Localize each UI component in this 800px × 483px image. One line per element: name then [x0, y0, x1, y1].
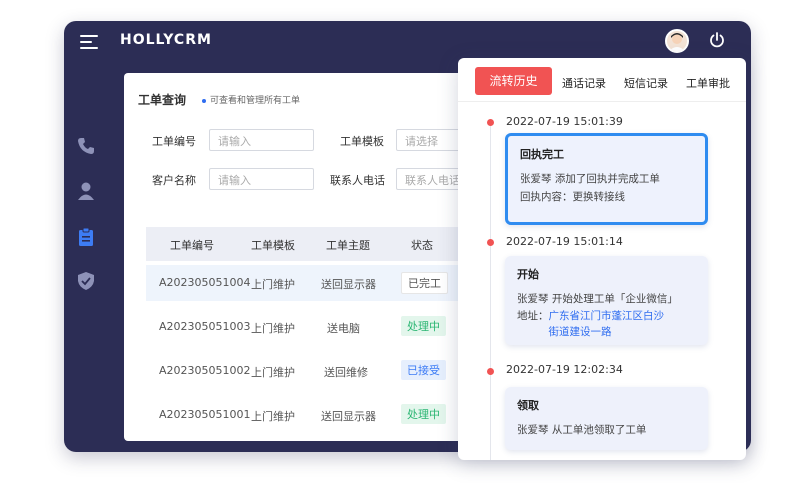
status-badge: 已完工: [401, 272, 448, 294]
card-line: 张爱琴 添加了回执并完成工单: [520, 173, 660, 185]
order-no-input[interactable]: 请输入: [209, 129, 314, 151]
power-icon[interactable]: [709, 31, 725, 49]
shield-icon[interactable]: [76, 271, 96, 291]
timeline-time: 2022-07-19 15:01:39: [506, 115, 623, 128]
cell-subject: 送电脑: [327, 322, 360, 335]
tab-sms-records[interactable]: 短信记录: [624, 75, 668, 91]
customer-input[interactable]: 请输入: [209, 168, 314, 190]
tab-call-records[interactable]: 通话记录: [562, 75, 606, 91]
menu-icon[interactable]: [80, 35, 98, 49]
cell-template: 上门维护: [251, 278, 295, 291]
phone-icon[interactable]: [76, 136, 96, 156]
col-subject[interactable]: 工单主题: [326, 237, 370, 253]
cell-template: 上门维护: [251, 410, 295, 423]
tab-flow-history[interactable]: 流转历史: [475, 67, 552, 95]
history-popover: 流转历史 通话记录 短信记录 工单审批 2022-07-19 15:01:39 …: [458, 58, 746, 460]
address-label: 地址：: [517, 310, 549, 322]
col-template[interactable]: 工单模板: [251, 237, 295, 253]
address-row: 地址： 广东省江门市蓬江区白沙街道建设一路: [517, 308, 696, 340]
history-card[interactable]: 回执完工 张爱琴 添加了回执并完成工单 回执内容：更换转接线: [505, 133, 708, 225]
card-line: 张爱琴 开始处理工单「企业微信」: [517, 293, 678, 305]
status-badge: 处理中: [401, 404, 446, 424]
status-badge: 已接受: [401, 360, 446, 380]
timeline-time: 2022-07-19 12:02:34: [506, 363, 623, 376]
page-subtitle: 可查看和管理所有工单: [202, 93, 300, 106]
card-title: 回执完工: [520, 148, 564, 161]
clipboard-icon[interactable]: [76, 227, 96, 247]
cell-order-no: A202305051004: [159, 276, 251, 289]
card-title: 开始: [517, 268, 539, 281]
customer-label: 客户名称: [152, 174, 196, 187]
cell-template: 上门维护: [251, 366, 295, 379]
timeline-dot: [487, 119, 494, 126]
card-title: 领取: [517, 399, 539, 412]
order-no-label: 工单编号: [152, 135, 196, 148]
cell-order-no: A202305051002: [159, 364, 251, 377]
cell-order-no: A202305051003: [159, 320, 251, 333]
page-title: 工单查询: [138, 93, 187, 107]
tab-approval[interactable]: 工单审批: [686, 75, 730, 91]
col-order-no[interactable]: 工单编号: [170, 237, 214, 253]
user-icon[interactable]: [76, 181, 96, 201]
status-badge: 处理中: [401, 316, 446, 336]
card-line: 回执内容：更换转接线: [520, 191, 625, 203]
template-label: 工单模板: [340, 135, 384, 148]
tabs-divider: [458, 101, 746, 102]
timeline-line: [490, 122, 491, 460]
brand-logo: HOLLYCRM: [120, 32, 212, 48]
address-value[interactable]: 广东省江门市蓬江区白沙街道建设一路: [549, 308, 669, 340]
cell-subject: 送回显示器: [321, 410, 376, 423]
history-card[interactable]: 领取 张爱琴 从工单池领取了工单: [505, 387, 708, 450]
timeline-dot: [487, 239, 494, 246]
top-bar: HOLLYCRM: [64, 21, 751, 61]
phone-label: 联系人电话: [330, 174, 385, 187]
card-line: 张爱琴 从工单池领取了工单: [517, 424, 647, 436]
cell-order-no: A202305051001: [159, 408, 251, 421]
cell-subject: 送回维修: [324, 366, 368, 379]
cell-template: 上门维护: [251, 322, 295, 335]
cell-subject: 送回显示器: [321, 278, 376, 291]
col-status[interactable]: 状态: [411, 237, 433, 253]
timeline-dot: [487, 368, 494, 375]
avatar[interactable]: [665, 29, 689, 53]
timeline-time: 2022-07-19 15:01:14: [506, 235, 623, 248]
history-card[interactable]: 开始 张爱琴 开始处理工单「企业微信」 地址： 广东省江门市蓬江区白沙街道建设一…: [505, 256, 708, 345]
